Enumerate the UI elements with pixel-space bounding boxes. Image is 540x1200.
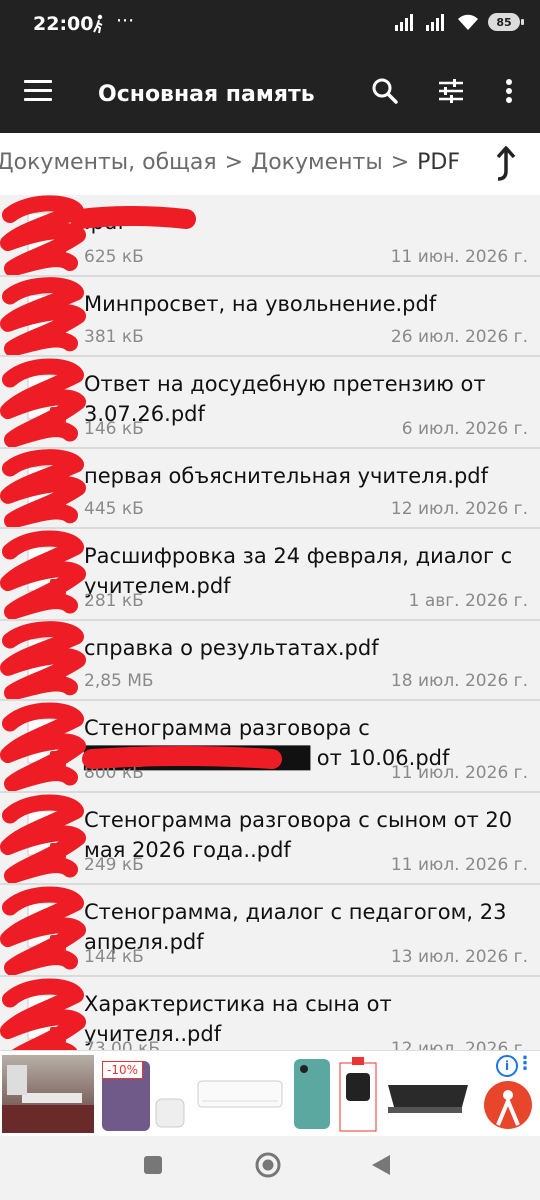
ad-image-range-hood[interactable] [382,1055,474,1133]
pdf-file-icon [14,289,72,349]
file-size: 625 кБ [84,247,144,267]
ad-image-gift-watch[interactable] [336,1055,380,1133]
battery-level: 85 [496,15,512,29]
file-date: 6 июл. 2026 г. [401,419,528,439]
file-name: Минпросвет, на увольнение.pdf [84,292,437,316]
pdf-file-icon [14,805,72,865]
pdf-file-icon [14,541,72,601]
file-row[interactable]: Минпросвет, на увольнение.pdf 381 кБ 26 ию… [0,277,540,357]
file-row[interactable]: Стенограмма разговора с ██████████████ о… [0,701,540,793]
file-size: 146 кБ [84,419,144,439]
file-row[interactable]: первая объяснительная учителя.pdf 445 кБ 1… [0,449,540,529]
search-icon[interactable] [370,76,404,110]
system-nav-bar [0,1136,540,1200]
file-size: 281 кБ [84,591,144,611]
breadcrumb-item-documents[interactable]: Документы [251,150,383,175]
menu-icon[interactable] [24,80,52,102]
breadcrumb-separator: > [224,150,244,175]
pdf-file-icon [14,461,72,521]
signal-icon-2 [426,14,444,31]
top-bar: 22:00 ··· 85 Основная память [0,0,540,133]
status-time: 22:00 [33,13,94,35]
file-row[interactable]: справка о результатах.pdf 2,85 МБ 18 июл. … [0,621,540,701]
file-size: 445 кБ [84,499,144,519]
ad-more-icon[interactable]: ⋮ [516,1053,534,1074]
pdf-file-icon [14,713,72,773]
signal-icon [395,14,413,31]
file-size: 144 кБ [84,947,144,967]
file-size: 381 кБ [84,327,144,347]
file-date: 1 авг. 2026 г. [408,591,528,611]
status-right: 85 [395,13,524,31]
file-name: .pdf [84,210,125,234]
ad-image-smartphone[interactable] [288,1055,336,1133]
walking-icon [92,14,106,39]
folder-up-icon[interactable] [490,145,520,183]
breadcrumb-current[interactable]: PDF [417,150,460,175]
breadcrumb-separator: > [390,150,410,175]
file-date: 11 июл. 2026 г. [390,855,528,875]
ad-info-icon[interactable]: i [496,1055,518,1077]
more-vert-icon[interactable] [494,76,528,110]
file-date: 11 июл. 2026 г. [390,763,528,783]
pdf-file-icon [14,369,72,429]
file-size: 2,85 МБ [84,671,154,691]
file-date: 11 июн. 2026 г. [390,247,528,267]
status-bar: 22:00 ··· 85 [0,0,540,50]
file-row[interactable]: Стенограмма разговора с сыном от 20 мая … [0,793,540,885]
breadcrumb-item-documents-shared[interactable]: Документы, общая [0,150,217,175]
file-date: 18 июл. 2026 г. [390,671,528,691]
overflow-notifications-icon: ··· [116,10,135,32]
home-button-icon[interactable] [254,1151,282,1183]
file-name: первая объяснительная учителя.pdf [84,464,489,488]
ad-image-phone[interactable]: -10% [98,1055,190,1133]
file-date: 26 июл. 2026 г. [390,327,528,347]
recents-button-icon[interactable] [142,1154,164,1180]
back-button-icon[interactable] [370,1154,392,1180]
ad-discount-badge: -10% [102,1061,144,1079]
breadcrumb-path: Документы, общая > Документы > PDF [0,150,460,175]
pdf-file-icon [14,633,72,693]
file-size: 800 кБ [84,763,144,783]
page-title: Основная память [98,82,315,107]
file-row[interactable]: Стенограмма, диалог с педагогом, 23 апре… [0,885,540,977]
file-size: 249 кБ [84,855,144,875]
file-list: .pdf 625 кБ 11 июн. 2026 г. Минпросвет, на … [0,195,540,1069]
ad-image-air-conditioner[interactable] [194,1055,286,1133]
app-bar: Основная память [0,52,540,132]
file-row[interactable]: Ответ на досудебную претензию от 3.07.26… [0,357,540,449]
wifi-icon [458,14,478,30]
battery-icon: 85 [488,13,524,31]
pdf-file-icon [14,207,72,267]
breadcrumb: Документы, общая > Документы > PDF [0,133,540,197]
file-date: 13 июл. 2026 г. [390,947,528,967]
file-row[interactable]: Расшифровка за 24 февраля, диалог с учит… [0,529,540,621]
file-date: 12 июл. 2026 г. [390,499,528,519]
ad-image-dining-room[interactable] [2,1055,94,1133]
tune-icon[interactable] [436,76,470,110]
file-name: справка о результатах.pdf [84,636,379,660]
pdf-file-icon [14,989,72,1049]
ad-banner[interactable]: -10% i ⋮ [0,1050,540,1137]
file-row[interactable]: .pdf 625 кБ 11 июн. 2026 г. [0,195,540,277]
pdf-file-icon [14,897,72,957]
